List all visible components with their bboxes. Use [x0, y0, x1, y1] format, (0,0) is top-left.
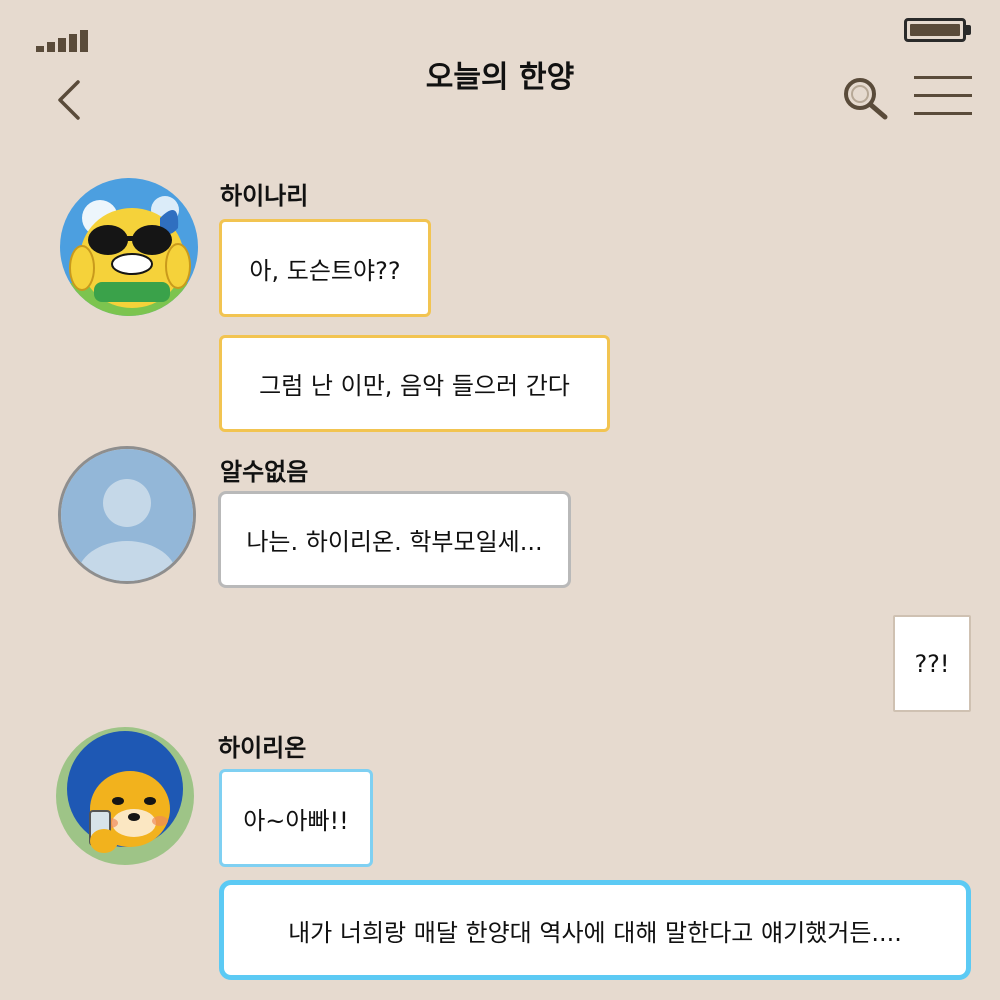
- chevron-left-icon: [58, 80, 80, 120]
- battery-icon: [904, 18, 966, 42]
- yellow-character-sunglasses-avatar: [60, 178, 198, 316]
- sender-name: 하이나리: [220, 182, 309, 210]
- message-bubble[interactable]: 아~아빠!!: [219, 769, 373, 867]
- default-user-icon: [61, 449, 193, 581]
- message-bubble[interactable]: 아, 도슨트야??: [219, 219, 431, 317]
- avatar-unknown[interactable]: [58, 446, 196, 584]
- search-button[interactable]: [840, 74, 892, 122]
- sender-name: 알수없음: [220, 458, 309, 486]
- sender-name: 하이리온: [218, 734, 307, 762]
- hamburger-menu-icon: [914, 76, 972, 79]
- battery-tip: [966, 25, 971, 35]
- page-title: 오늘의 한양: [425, 60, 575, 95]
- message-bubble[interactable]: 그럼 난 이만, 음악 들으러 간다: [219, 335, 610, 432]
- message-bubble[interactable]: 나는. 하이리온. 학부모일세...: [218, 491, 571, 588]
- message-bubble[interactable]: 내가 너희랑 매달 한양대 역사에 대해 말한다고 얘기했거든....: [219, 880, 971, 980]
- menu-button[interactable]: [914, 72, 974, 120]
- search-icon: [844, 78, 888, 120]
- signal-icon: [36, 28, 88, 52]
- lion-character-avatar: [56, 727, 194, 865]
- my-message-bubble[interactable]: ??!: [893, 615, 971, 712]
- avatar-hairion[interactable]: [56, 727, 194, 865]
- avatar-hainari[interactable]: [60, 178, 198, 316]
- back-button[interactable]: [52, 78, 92, 122]
